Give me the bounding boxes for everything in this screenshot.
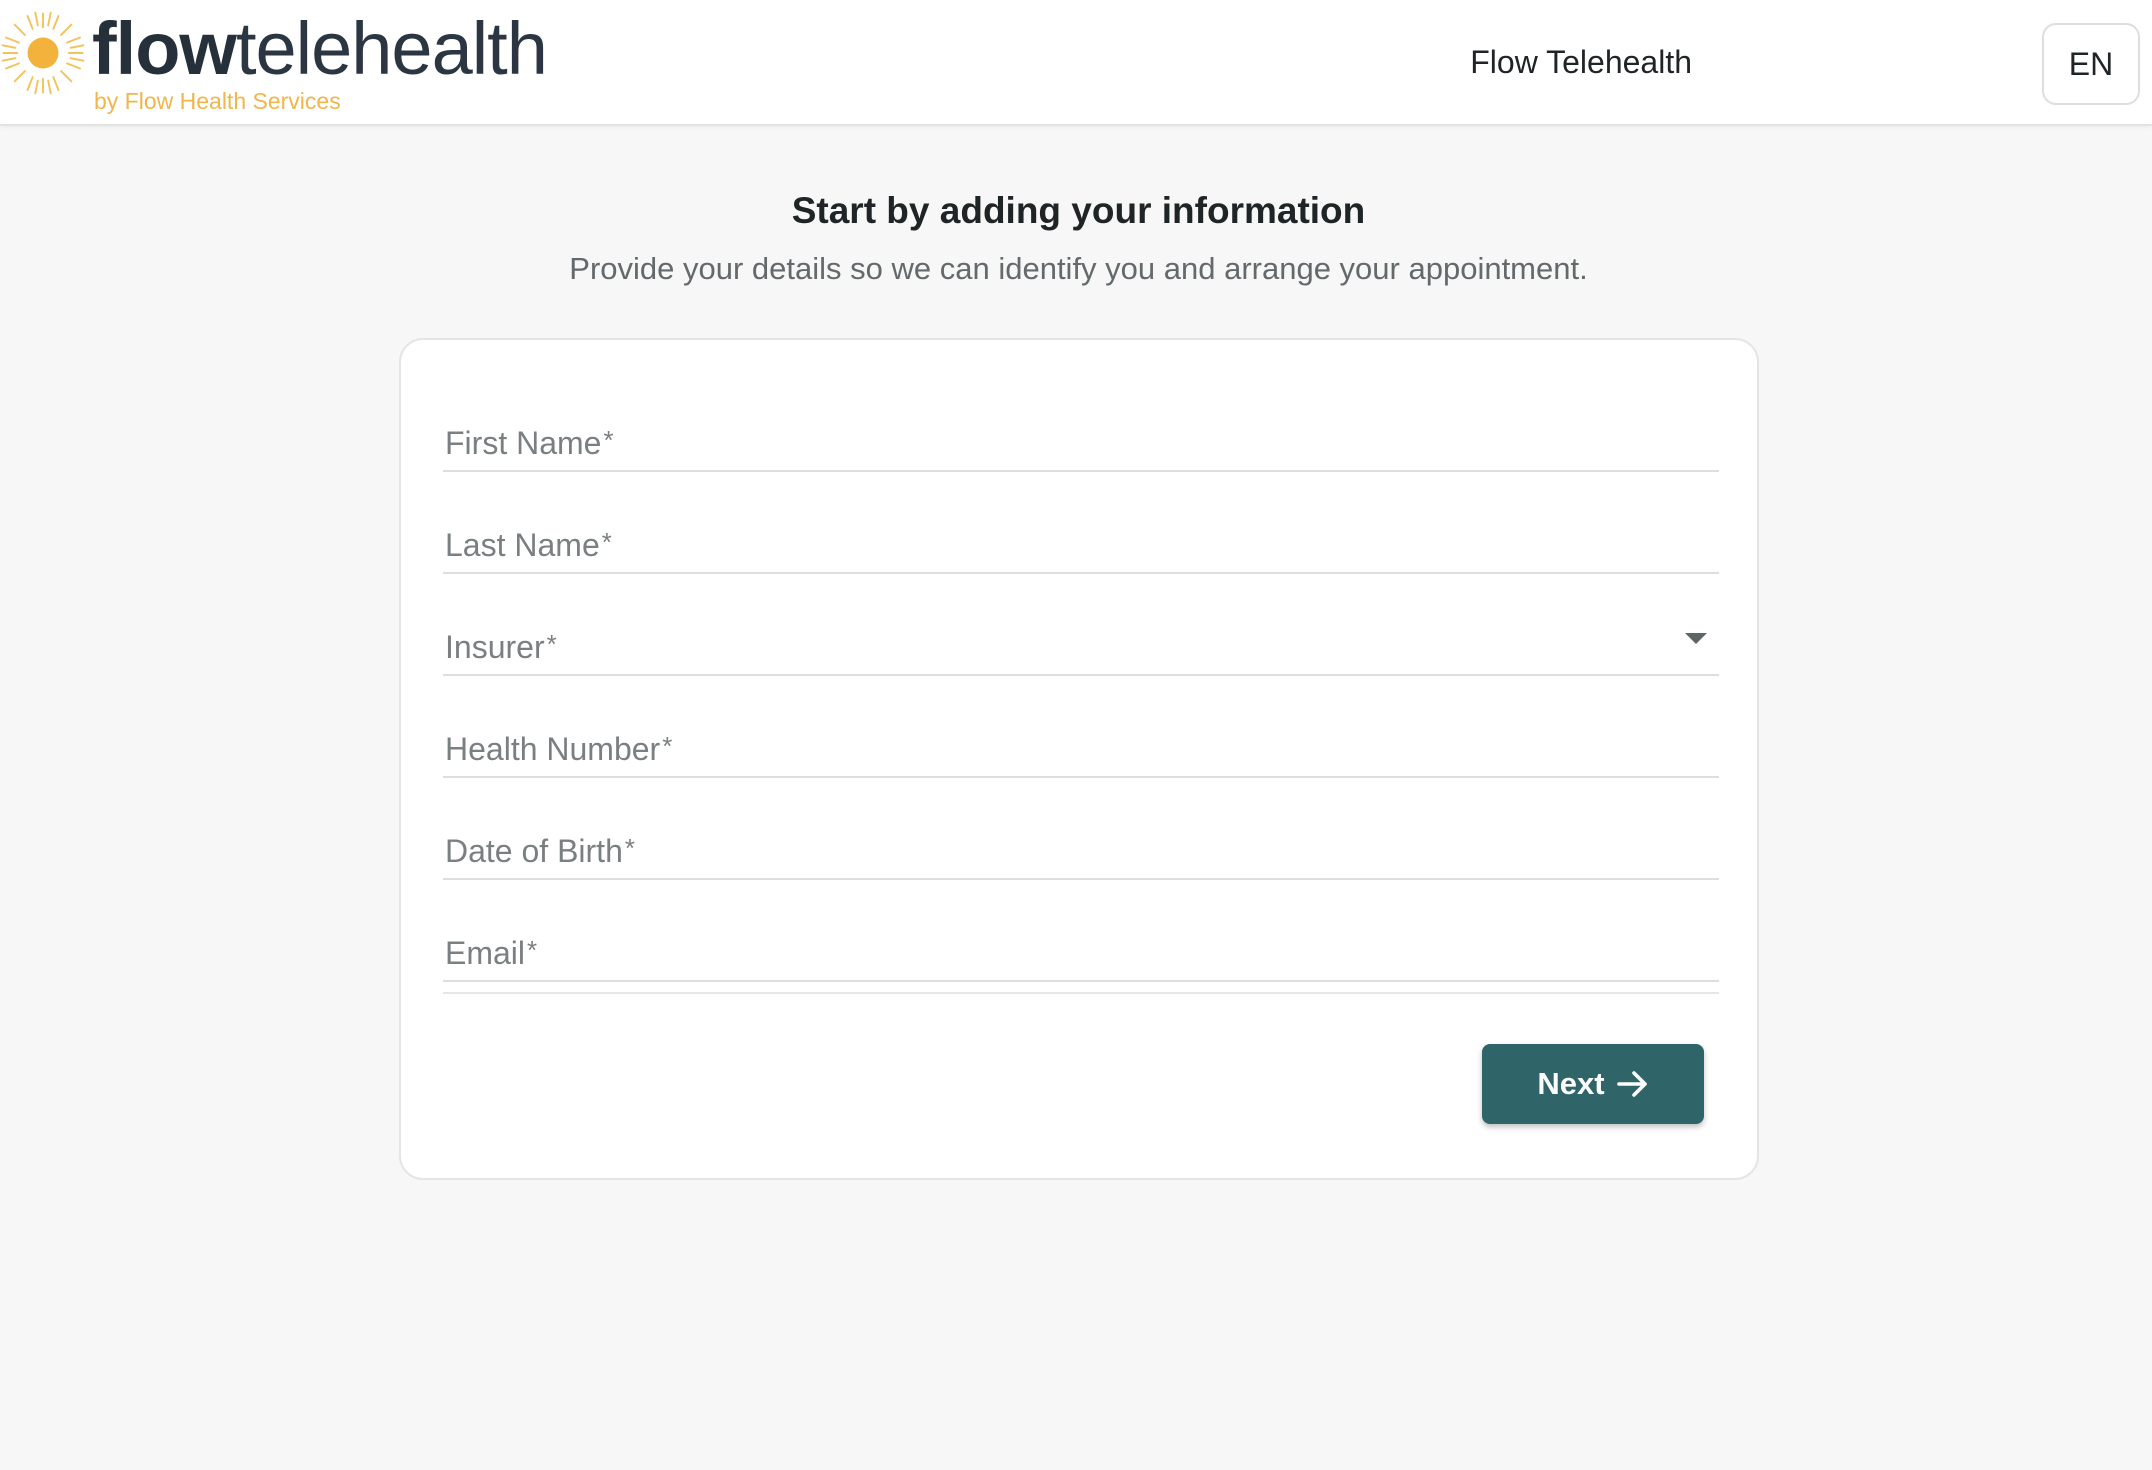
patient-info-card: First Name* Last Name* Insurer* Health N…: [399, 338, 1759, 1180]
logo-word-regular: telehealth: [235, 7, 548, 90]
date-of-birth-field[interactable]: Date of Birth*: [443, 778, 1719, 880]
required-marker: *: [601, 527, 612, 557]
insurer-label: Insurer*: [445, 629, 557, 665]
logo-word-bold: flow: [92, 7, 237, 90]
required-marker: *: [546, 629, 557, 659]
required-marker: *: [603, 425, 614, 455]
required-marker: *: [527, 935, 538, 965]
next-button[interactable]: Next: [1482, 1044, 1704, 1124]
first-name-label: First Name*: [445, 425, 614, 461]
language-button[interactable]: EN: [2042, 23, 2140, 105]
arrow-right-icon: [1616, 1071, 1647, 1097]
last-name-label: Last Name*: [445, 527, 612, 563]
required-marker: *: [662, 731, 673, 761]
next-button-label: Next: [1537, 1066, 1605, 1101]
sun-icon: [1, 11, 85, 95]
email-label: Email*: [445, 935, 538, 971]
logo-tagline: by Flow Health Services: [94, 88, 341, 114]
health-number-label: Health Number*: [445, 731, 673, 767]
page-title: Start by adding your information: [791, 190, 1366, 231]
chevron-down-icon[interactable]: [1685, 633, 1707, 644]
logo[interactable]: flowtelehealth by Flow Health Services: [0, 6, 600, 116]
top-header: flowtelehealth by Flow Health Services F…: [0, 0, 2152, 126]
insurer-select[interactable]: Insurer*: [443, 574, 1719, 676]
health-number-field[interactable]: Health Number*: [443, 676, 1719, 778]
last-name-field[interactable]: Last Name*: [443, 472, 1719, 574]
date-of-birth-label: Date of Birth*: [445, 833, 635, 869]
form-divider: [443, 992, 1719, 994]
required-marker: *: [624, 833, 635, 863]
brand-link[interactable]: Flow Telehealth: [1432, 44, 1692, 81]
logo-wordmark: flowtelehealth: [92, 12, 548, 86]
first-name-field[interactable]: First Name*: [443, 370, 1719, 472]
email-field[interactable]: Email*: [443, 880, 1719, 982]
page-subtitle: Provide your details so we can identify …: [569, 251, 1588, 286]
